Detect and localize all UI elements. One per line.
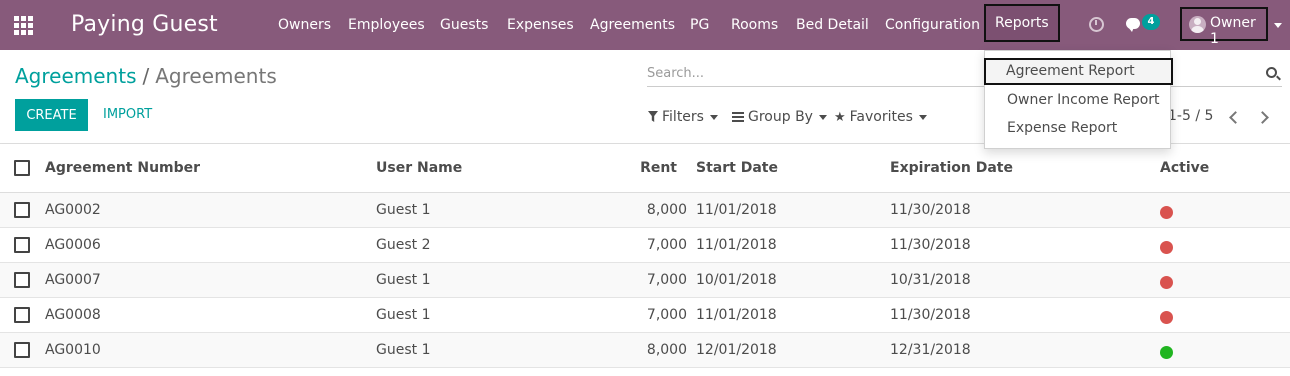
- agreement-number-cell: AG0002: [45, 202, 101, 218]
- reports-dropdown-menu: Agreement Report Owner Income Report Exp…: [984, 50, 1173, 149]
- messages-count-badge: 4: [1142, 14, 1160, 30]
- table-row[interactable]: AG0007 Guest 1 7,000 10/01/2018 10/31/20…: [0, 263, 1290, 298]
- column-header-start-date[interactable]: Start Date: [696, 160, 778, 176]
- pager-previous-icon[interactable]: [1227, 109, 1241, 125]
- rent-cell: 8,000: [646, 342, 687, 358]
- user-menu-caret-icon[interactable]: [1274, 23, 1282, 28]
- column-header-expiration-date[interactable]: Expiration Date: [890, 160, 1013, 176]
- agreements-table: Agreement Number User Name Rent Start Da…: [0, 143, 1290, 376]
- caret-down-icon: [818, 114, 827, 120]
- menu-guests[interactable]: Guests: [440, 0, 488, 50]
- table-row[interactable]: AG0010 Guest 1 8,000 12/01/2018 12/31/20…: [0, 333, 1290, 368]
- star-icon: ★: [834, 110, 846, 125]
- expiration-date-cell: 10/31/2018: [890, 272, 971, 288]
- pager-value[interactable]: 1-5 / 5: [1168, 108, 1213, 124]
- agreement-number-cell: AG0008: [45, 307, 101, 323]
- breadcrumb-current: Agreements: [155, 64, 277, 88]
- user-name-cell: Guest 1: [376, 202, 431, 218]
- table-row[interactable]: AG0006 Guest 2 7,000 11/01/2018 11/30/20…: [0, 228, 1290, 263]
- expiration-date-cell: 11/30/2018: [890, 237, 971, 253]
- row-checkbox[interactable]: [14, 237, 30, 253]
- list-bars-icon: [732, 112, 744, 122]
- expiration-date-cell: 12/31/2018: [890, 342, 971, 358]
- agreement-number-cell: AG0006: [45, 237, 101, 253]
- row-checkbox[interactable]: [14, 202, 30, 218]
- row-checkbox[interactable]: [14, 342, 30, 358]
- rent-cell: 8,000: [646, 202, 687, 218]
- caret-down-icon: [918, 114, 927, 120]
- column-header-rent[interactable]: Rent: [577, 160, 677, 176]
- column-header-agreement-number[interactable]: Agreement Number: [45, 160, 200, 176]
- filters-label: Filters: [662, 109, 704, 125]
- active-status-dot: [1160, 206, 1173, 219]
- start-date-cell: 12/01/2018: [696, 342, 777, 358]
- active-status-dot: [1160, 241, 1173, 254]
- column-header-active[interactable]: Active: [1160, 160, 1209, 176]
- active-status-dot: [1160, 346, 1173, 359]
- search-bar: [647, 62, 1282, 87]
- user-name-cell: Guest 1: [376, 272, 431, 288]
- select-all-checkbox[interactable]: [14, 160, 30, 176]
- start-date-cell: 11/01/2018: [696, 307, 777, 323]
- start-date-cell: 11/01/2018: [696, 237, 777, 253]
- menu-reports[interactable]: Reports: [984, 4, 1060, 42]
- user-name: Owner 1: [1210, 15, 1256, 47]
- active-status-dot: [1160, 276, 1173, 289]
- column-header-user-name[interactable]: User Name: [376, 160, 462, 176]
- expiration-date-cell: 11/30/2018: [890, 307, 971, 323]
- search-icon[interactable]: [1266, 67, 1277, 78]
- expiration-date-cell: 11/30/2018: [890, 202, 971, 218]
- menu-agreements[interactable]: Agreements: [590, 0, 675, 50]
- menu-rooms[interactable]: Rooms: [731, 0, 778, 50]
- start-date-cell: 10/01/2018: [696, 272, 777, 288]
- user-name-cell: Guest 2: [376, 237, 431, 253]
- apps-grid-icon[interactable]: [14, 16, 34, 35]
- caret-down-icon: [709, 114, 718, 120]
- agreement-number-cell: AG0010: [45, 342, 101, 358]
- table-row[interactable]: AG0002 Guest 1 8,000 11/01/2018 11/30/20…: [0, 193, 1290, 228]
- menu-pg[interactable]: PG: [690, 0, 709, 50]
- group-by-label: Group By: [748, 109, 813, 125]
- table-header-row: Agreement Number User Name Rent Start Da…: [0, 144, 1290, 193]
- app-title: Paying Guest: [71, 12, 218, 37]
- rent-cell: 7,000: [646, 237, 687, 253]
- rent-cell: 7,000: [646, 272, 687, 288]
- active-status-dot: [1160, 311, 1173, 324]
- rent-cell: 7,000: [646, 307, 687, 323]
- start-date-cell: 11/01/2018: [696, 202, 777, 218]
- menu-employees[interactable]: Employees: [348, 0, 425, 50]
- top-navbar: Paying Guest Owners Employees Guests Exp…: [0, 0, 1290, 50]
- menu-item-expense-report[interactable]: Expense Report: [985, 115, 1172, 142]
- breadcrumb-separator: /: [142, 64, 150, 88]
- menu-item-owner-income-report[interactable]: Owner Income Report: [985, 87, 1172, 114]
- table-row[interactable]: AG0008 Guest 1 7,000 11/01/2018 11/30/20…: [0, 298, 1290, 333]
- create-button[interactable]: CREATE: [15, 99, 88, 131]
- messages-icon[interactable]: [1126, 18, 1140, 32]
- pager-next-icon[interactable]: [1257, 109, 1271, 125]
- filters-button[interactable]: Filters: [648, 108, 718, 126]
- avatar: [1189, 16, 1206, 33]
- funnel-icon: [648, 111, 658, 122]
- menu-owners[interactable]: Owners: [278, 0, 331, 50]
- user-menu-button[interactable]: Owner 1: [1180, 7, 1268, 47]
- menu-configuration[interactable]: Configuration: [885, 0, 980, 50]
- import-button[interactable]: IMPORT: [103, 99, 152, 131]
- menu-item-agreement-report[interactable]: Agreement Report: [984, 58, 1173, 85]
- breadcrumb: Agreements / Agreements: [15, 64, 277, 88]
- group-by-button[interactable]: Group By: [732, 108, 827, 126]
- menu-bed-detail[interactable]: Bed Detail: [796, 0, 869, 50]
- menu-expenses[interactable]: Expenses: [507, 0, 574, 50]
- row-checkbox[interactable]: [14, 307, 30, 323]
- user-name-cell: Guest 1: [376, 307, 431, 323]
- activity-clock-icon[interactable]: [1089, 17, 1104, 32]
- favorites-label: Favorites: [849, 109, 913, 125]
- favorites-button[interactable]: ★ Favorites: [834, 108, 927, 126]
- agreement-number-cell: AG0007: [45, 272, 101, 288]
- row-checkbox[interactable]: [14, 272, 30, 288]
- breadcrumb-parent-link[interactable]: Agreements: [15, 64, 137, 88]
- user-name-cell: Guest 1: [376, 342, 431, 358]
